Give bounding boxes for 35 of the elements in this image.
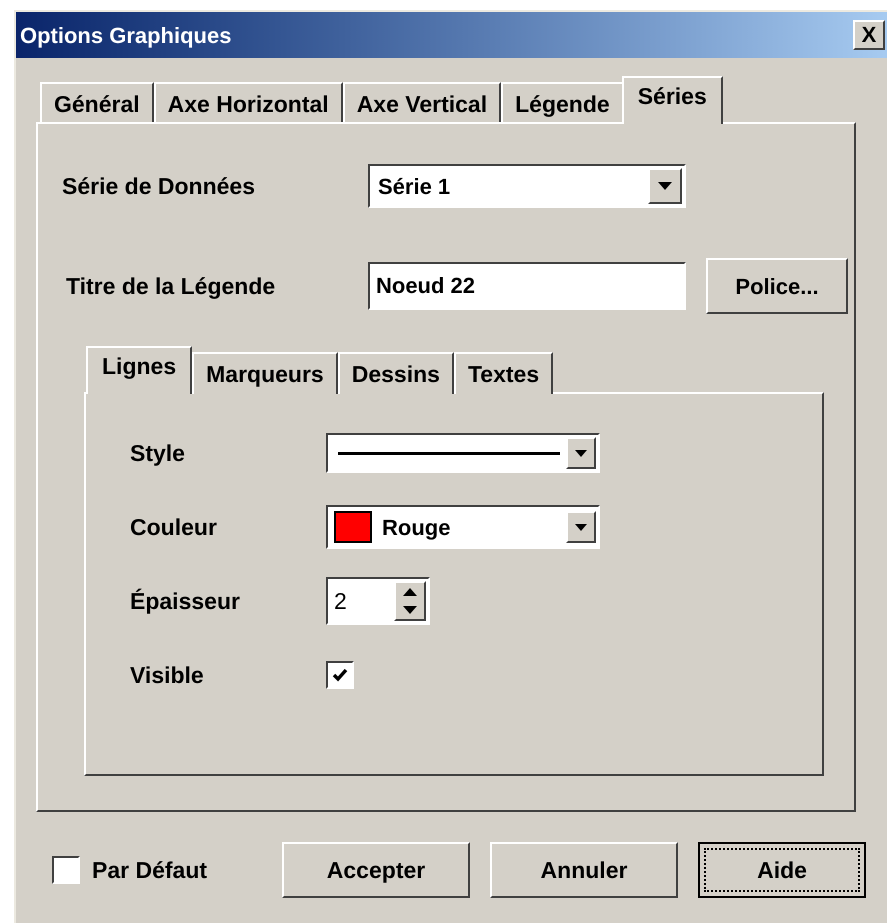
dialog-button[interactable]: Accepter [282,842,470,898]
checkbox[interactable] [52,856,80,884]
close-button[interactable]: X [853,20,885,50]
dropdown-value: Série 1 [377,172,450,200]
field-label: Couleur [130,512,218,542]
tab[interactable]: Lignes [86,346,192,394]
tab[interactable]: Axe Horizontal [154,82,343,124]
spin-field[interactable]: 2 [326,577,430,625]
tab[interactable]: Dessins [338,352,454,394]
tab[interactable]: Textes [454,352,554,394]
series-dropdown[interactable]: Série 1 [368,164,686,208]
spin-arrows-icon[interactable] [394,581,426,621]
field-label: Épaisseur [130,586,241,616]
dropdown-value: Rouge [382,514,450,542]
font-button[interactable]: Police... [706,258,848,314]
tab[interactable]: Axe Vertical [342,82,502,124]
checkmark-icon [332,668,348,682]
checkbox-label: Par Défaut [92,856,208,885]
tab[interactable]: Séries [622,76,723,124]
window-title: Options Graphiques [20,22,232,50]
field-label: Titre de la Légende [66,272,276,301]
dialog-button[interactable]: Aide [698,842,866,898]
solid-line-icon [338,452,560,454]
dialog-button[interactable]: Annuler [490,842,678,898]
field-label: Style [130,438,186,468]
legend-title-field[interactable]: Noeud 22 [368,262,686,310]
field-label: Série de Données [62,172,256,201]
checkbox[interactable] [326,661,354,689]
tab[interactable]: Légende [501,82,624,124]
color-dropdown[interactable]: Rouge [326,505,600,549]
field-label: Visible [130,660,205,690]
spin-value: 2 [333,586,347,616]
line-style-dropdown[interactable] [326,433,600,473]
tab[interactable]: Marqueurs [192,352,338,394]
tab[interactable]: Général [40,82,154,124]
